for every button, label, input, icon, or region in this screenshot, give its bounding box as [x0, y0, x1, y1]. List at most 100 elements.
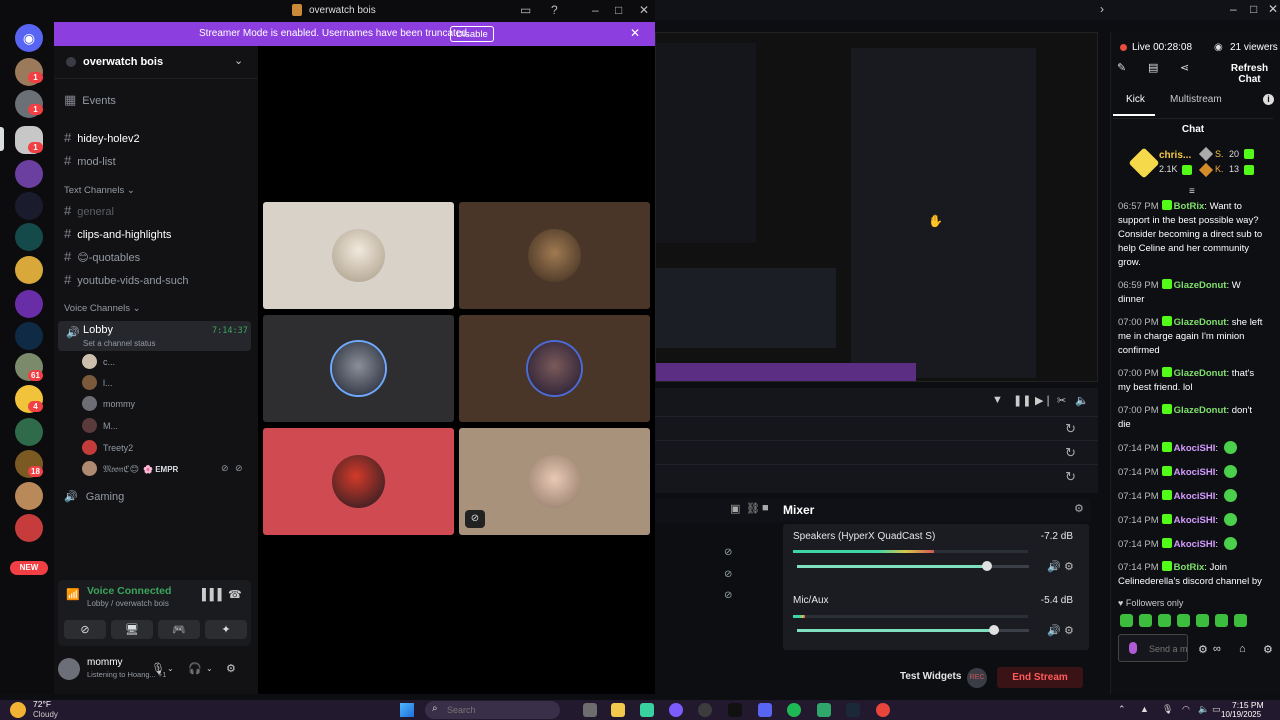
- volume-slider[interactable]: [797, 625, 1029, 635]
- scissors-icon[interactable]: ✂: [1057, 394, 1066, 407]
- message-user[interactable]: AkociSHI: [1174, 539, 1216, 550]
- discord-icon[interactable]: [758, 703, 772, 717]
- voice-connected-title[interactable]: Voice Connected: [87, 585, 171, 597]
- voice-user[interactable]: Treety2: [82, 440, 133, 458]
- link-icon[interactable]: ⛓: [746, 502, 760, 515]
- message-user[interactable]: BotRix: [1174, 201, 1205, 212]
- close-icon[interactable]: ✕: [1268, 2, 1278, 16]
- message-user[interactable]: AkociSHI: [1174, 491, 1216, 502]
- folder-icon[interactable]: ■: [762, 502, 769, 514]
- spotify-icon[interactable]: [787, 703, 801, 717]
- clock-date[interactable]: 10/19/2025: [1221, 710, 1261, 719]
- avatar[interactable]: [58, 658, 80, 680]
- microphone-icon[interactable]: 🎙: [151, 662, 165, 675]
- video-tile[interactable]: [459, 202, 650, 309]
- redo-icon[interactable]: ↻: [1065, 445, 1076, 461]
- server-icon[interactable]: [15, 418, 43, 446]
- disable-streamer-mode-button[interactable]: Disable: [450, 26, 494, 42]
- message-user[interactable]: AkociSHI: [1174, 515, 1216, 526]
- minimize-icon[interactable]: –: [592, 3, 599, 17]
- refresh-chat-button[interactable]: Refresh Chat: [1219, 63, 1280, 85]
- inbox-icon[interactable]: ▭: [520, 3, 531, 17]
- close-icon[interactable]: ✕: [639, 3, 649, 17]
- server-icon[interactable]: [15, 322, 43, 350]
- help-icon[interactable]: ?: [551, 3, 558, 17]
- redo-icon[interactable]: ↻: [1065, 421, 1076, 437]
- send-message-box[interactable]: [1118, 634, 1188, 662]
- noise-suppression-icon[interactable]: ▌▌▌: [202, 589, 225, 601]
- message-user[interactable]: AkociSHI: [1174, 443, 1216, 454]
- app-icon[interactable]: [640, 703, 654, 717]
- emote-icon[interactable]: [1139, 614, 1152, 627]
- microphone-icon[interactable]: [1129, 642, 1137, 654]
- windows-start-icon[interactable]: [400, 703, 414, 717]
- server-icon[interactable]: [15, 290, 43, 318]
- voice-user[interactable]: c...: [82, 354, 115, 372]
- weather-icon[interactable]: [10, 702, 26, 718]
- video-tile[interactable]: [263, 202, 454, 309]
- window-icon[interactable]: ▣: [730, 502, 740, 515]
- tray-app-icon[interactable]: ▲: [1140, 704, 1149, 714]
- weather-desc[interactable]: Cloudy: [33, 710, 58, 719]
- chevron-down-icon[interactable]: ⌄: [206, 664, 213, 673]
- tab-multistream[interactable]: Multistream: [1170, 94, 1222, 105]
- emote-icon[interactable]: [1158, 614, 1171, 627]
- eye-slash-icon[interactable]: ⊘: [724, 547, 732, 558]
- headphones-icon[interactable]: 🎧: [188, 662, 202, 675]
- camera-toggle-button[interactable]: ⊘: [64, 620, 106, 639]
- voice-user[interactable]: mommy: [82, 396, 135, 414]
- video-tile[interactable]: [459, 428, 650, 535]
- layout-icon[interactable]: ▤: [1148, 61, 1158, 74]
- share-icon[interactable]: ⋖: [1180, 61, 1189, 74]
- steam-icon[interactable]: [846, 703, 860, 717]
- channel-general[interactable]: # general: [64, 203, 114, 221]
- voice-channel-gaming[interactable]: 🔊 Gaming: [64, 490, 124, 503]
- soundboard-button[interactable]: ✦: [205, 620, 247, 639]
- tab-kick[interactable]: Kick: [1126, 94, 1145, 105]
- eye-slash-icon[interactable]: ⊘: [724, 590, 732, 601]
- battery-icon[interactable]: ▭: [1212, 704, 1221, 715]
- emote-icon[interactable]: [1234, 614, 1247, 627]
- discord-home-icon[interactable]: ◉: [15, 24, 43, 52]
- channel-mod-list[interactable]: # mod-list: [64, 153, 116, 171]
- clock-time[interactable]: 7:15 PM: [1232, 700, 1264, 710]
- app-icon[interactable]: [817, 703, 831, 717]
- chevron-right-icon[interactable]: ›: [1100, 2, 1104, 16]
- events-item[interactable]: ▦ Events: [64, 92, 116, 110]
- text-channels-category[interactable]: Text Channels ⌄: [64, 185, 135, 196]
- gear-icon[interactable]: ⚙: [1074, 502, 1084, 515]
- speaker-icon[interactable]: 🔊: [1047, 624, 1061, 637]
- info-icon[interactable]: i: [1263, 94, 1274, 105]
- emote-icon[interactable]: [1196, 614, 1209, 627]
- minimize-icon[interactable]: –: [1230, 2, 1237, 16]
- speaker-icon[interactable]: 🔊: [1047, 560, 1061, 573]
- volume-slider-knob[interactable]: [982, 561, 993, 571]
- source-row[interactable]: ↻: [655, 440, 1098, 464]
- gear-icon[interactable]: ⚙: [1263, 643, 1273, 656]
- signal-icon[interactable]: 📶: [66, 588, 80, 601]
- voice-user[interactable]: M...: [82, 418, 118, 436]
- channel-hidey-holev2[interactable]: # hidey-holev2: [64, 130, 140, 148]
- chat-input[interactable]: [1149, 639, 1187, 659]
- volume-slider[interactable]: [797, 561, 1029, 571]
- task-view-icon[interactable]: [583, 703, 597, 717]
- eye-slash-icon[interactable]: ⊘: [724, 569, 732, 580]
- server-icon[interactable]: [15, 482, 43, 510]
- redo-icon[interactable]: ↻: [1065, 469, 1076, 485]
- chevron-down-icon[interactable]: ⌄: [167, 664, 174, 673]
- server-name[interactable]: overwatch bois: [83, 56, 163, 68]
- file-explorer-icon[interactable]: [611, 703, 625, 717]
- activities-button[interactable]: 🎮: [158, 620, 200, 639]
- message-user[interactable]: GlazeDonut: [1174, 317, 1227, 328]
- channel-status[interactable]: Set a channel status: [83, 339, 156, 348]
- pause-icon[interactable]: ❚❚: [1013, 394, 1031, 407]
- end-stream-button[interactable]: End Stream: [997, 667, 1083, 688]
- user-name[interactable]: mommy: [87, 657, 123, 668]
- server-icon[interactable]: [15, 223, 43, 251]
- test-widgets-button[interactable]: Test Widgets: [900, 671, 961, 682]
- video-tile[interactable]: [459, 315, 650, 422]
- voice-connected-subtitle[interactable]: Lobby / overwatch bois: [87, 599, 169, 608]
- pencil-icon[interactable]: ✎: [1117, 61, 1126, 74]
- server-icon[interactable]: [15, 160, 43, 188]
- chevron-down-icon[interactable]: ⌄: [234, 54, 243, 67]
